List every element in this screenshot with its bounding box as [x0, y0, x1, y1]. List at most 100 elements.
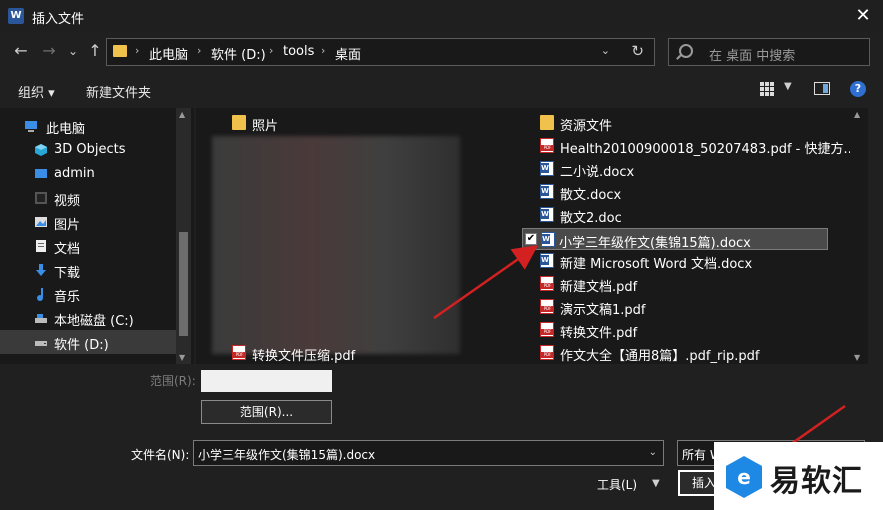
sidebar-item-label: 此电脑: [46, 122, 86, 137]
list-item[interactable]: 新建 Microsoft Word 文档.docx: [540, 250, 820, 272]
filename-input[interactable]: 小学三年级作文(集锦15篇).docx ⌄: [193, 440, 664, 466]
watermark-text: 易软汇: [770, 464, 863, 499]
recent-locations-button[interactable]: ⌄: [64, 42, 82, 60]
sidebar-item-label: 本地磁盘 (C:): [54, 314, 134, 329]
file-name: 散文2.doc: [560, 211, 622, 226]
sidebar-item-3d-objects[interactable]: 3D Objects: [0, 138, 176, 162]
address-bar[interactable]: › 此电脑 › 软件 (D:) › tools › 桌面 ⌄ ↻: [106, 38, 655, 66]
organize-button[interactable]: 组织 ▾: [18, 82, 55, 101]
command-bar: 组织 ▾ 新建文件夹 ▼ ?: [0, 74, 883, 106]
scroll-up-icon[interactable]: ▲: [854, 110, 860, 119]
sidebar-item-downloads[interactable]: 下载: [0, 258, 176, 282]
pdf-shortcut-icon: [540, 138, 554, 153]
folder-icon: [540, 115, 554, 130]
sidebar-item-drive-d[interactable]: 软件 (D:): [0, 330, 176, 354]
download-icon: [36, 264, 46, 276]
breadcrumb-tools[interactable]: tools: [283, 44, 314, 59]
sidebar-item-label: 图片: [54, 218, 81, 233]
search-box[interactable]: 在 桌面 中搜索: [668, 38, 870, 66]
file-list-scrollbar[interactable]: ▲ ▼: [850, 108, 866, 364]
title-bar: W 插入文件 ✕: [0, 0, 883, 32]
scroll-down-icon[interactable]: ▼: [854, 353, 860, 362]
file-name: 新建 Microsoft Word 文档.docx: [560, 257, 753, 272]
list-item[interactable]: 转换文件.pdf: [540, 319, 820, 341]
file-name: 照片: [252, 119, 279, 134]
view-options-icon[interactable]: [760, 82, 774, 96]
list-item[interactable]: 照片: [232, 112, 432, 134]
sidebar-item-documents[interactable]: 文档: [0, 234, 176, 258]
folder-icon: [232, 115, 246, 130]
chevron-down-icon[interactable]: ⌄: [601, 44, 610, 57]
scrollbar-thumb[interactable]: [179, 232, 188, 336]
file-name: 小学三年级作文(集锦15篇).docx: [559, 236, 751, 251]
sidebar-item-videos[interactable]: 视频: [0, 186, 176, 210]
chevron-down-icon[interactable]: ▼: [652, 478, 660, 489]
insert-file-dialog: W 插入文件 ✕ ← → ⌄ ↑ › 此电脑 › 软件 (D:) › tools…: [0, 0, 883, 510]
file-list: 照片 转换文件压缩.pdf 资源文件 Health20100900018_502…: [196, 108, 868, 364]
file-name: 新建文档.pdf: [560, 280, 638, 295]
breadcrumb-separator: ›: [197, 44, 202, 57]
sidebar-item-drive-c[interactable]: 本地磁盘 (C:): [0, 306, 176, 330]
search-icon: [679, 44, 693, 58]
sidebar-item-label: admin: [54, 166, 95, 181]
chevron-down-icon[interactable]: ⌄: [649, 447, 657, 458]
list-item[interactable]: 演示文稿1.pdf: [540, 296, 820, 318]
navigation-scrollbar[interactable]: ▲ ▼: [176, 108, 191, 364]
forward-button[interactable]: →: [40, 42, 58, 60]
list-item[interactable]: 新建文档.pdf: [540, 273, 820, 295]
breadcrumb-separator: ›: [135, 44, 140, 57]
breadcrumb-separator: ›: [269, 44, 274, 57]
word-app-icon: W: [8, 8, 24, 24]
file-checkbox[interactable]: ✔: [525, 233, 537, 245]
chevron-down-icon[interactable]: ▼: [784, 81, 792, 92]
word-file-icon: [540, 184, 554, 199]
file-name: Health20100900018_50207483.pdf - 快捷方...: [560, 142, 856, 157]
watermark: e 易软汇: [714, 442, 883, 510]
music-icon: [37, 288, 43, 301]
range-button[interactable]: 范围(R)...: [201, 400, 332, 424]
svg-text:e: e: [737, 465, 751, 489]
up-button[interactable]: ↑: [86, 42, 104, 60]
refresh-icon[interactable]: ↻: [631, 42, 644, 60]
file-name: 演示文稿1.pdf: [560, 303, 646, 318]
back-button[interactable]: ←: [12, 42, 30, 60]
list-item[interactable]: Health20100900018_50207483.pdf - 快捷方...: [540, 135, 856, 157]
breadcrumb-desktop[interactable]: 桌面: [335, 44, 361, 63]
scroll-down-icon[interactable]: ▼: [179, 353, 185, 362]
range-input[interactable]: [201, 370, 332, 392]
sidebar-item-pictures[interactable]: 图片: [0, 210, 176, 234]
pdf-file-icon: [232, 345, 246, 360]
sidebar-item-music[interactable]: 音乐: [0, 282, 176, 306]
preview-pane-icon[interactable]: [814, 82, 830, 95]
breadcrumb-this-pc[interactable]: 此电脑: [149, 44, 188, 63]
list-item[interactable]: 资源文件: [540, 112, 820, 134]
navigation-pane: 此电脑 3D Objects admin 视频 图片 文档 下载 音乐 本地磁盘…: [0, 108, 194, 364]
list-item[interactable]: 转换文件压缩.pdf: [232, 342, 452, 364]
sidebar-item-label: 下载: [54, 266, 81, 281]
list-item[interactable]: 二小说.docx: [540, 158, 820, 180]
list-item[interactable]: 散文2.doc: [540, 204, 820, 226]
sidebar-item-label: 软件 (D:): [54, 338, 109, 353]
help-icon[interactable]: ?: [850, 81, 866, 97]
close-button[interactable]: ✕: [849, 2, 877, 30]
word-file-icon: [540, 253, 554, 268]
list-item[interactable]: 散文.docx: [540, 181, 820, 203]
file-name: 资源文件: [560, 119, 613, 134]
new-folder-button[interactable]: 新建文件夹: [86, 82, 151, 101]
search-placeholder: 在 桌面 中搜索: [709, 49, 796, 64]
folder-icon: [113, 45, 127, 57]
picture-icon: [35, 217, 47, 227]
drive-icon: [35, 341, 47, 346]
scroll-up-icon[interactable]: ▲: [179, 110, 185, 119]
list-item-selected[interactable]: ✔ 小学三年级作文(集锦15篇).docx: [522, 228, 828, 251]
list-item[interactable]: 作文大全【通用8篇】.pdf_rip.pdf: [540, 342, 820, 364]
document-icon: [36, 240, 46, 252]
breadcrumb-drive-d[interactable]: 软件 (D:): [211, 44, 266, 63]
sidebar-item-this-pc[interactable]: 此电脑: [0, 114, 176, 138]
tools-button[interactable]: 工具(L): [597, 476, 637, 493]
sidebar-item-label: 音乐: [54, 290, 81, 305]
sidebar-item-admin[interactable]: admin: [0, 162, 176, 186]
filename-value: 小学三年级作文(集锦15篇).docx: [198, 448, 376, 462]
computer-icon: [25, 121, 37, 132]
file-name: 二小说.docx: [560, 165, 635, 180]
